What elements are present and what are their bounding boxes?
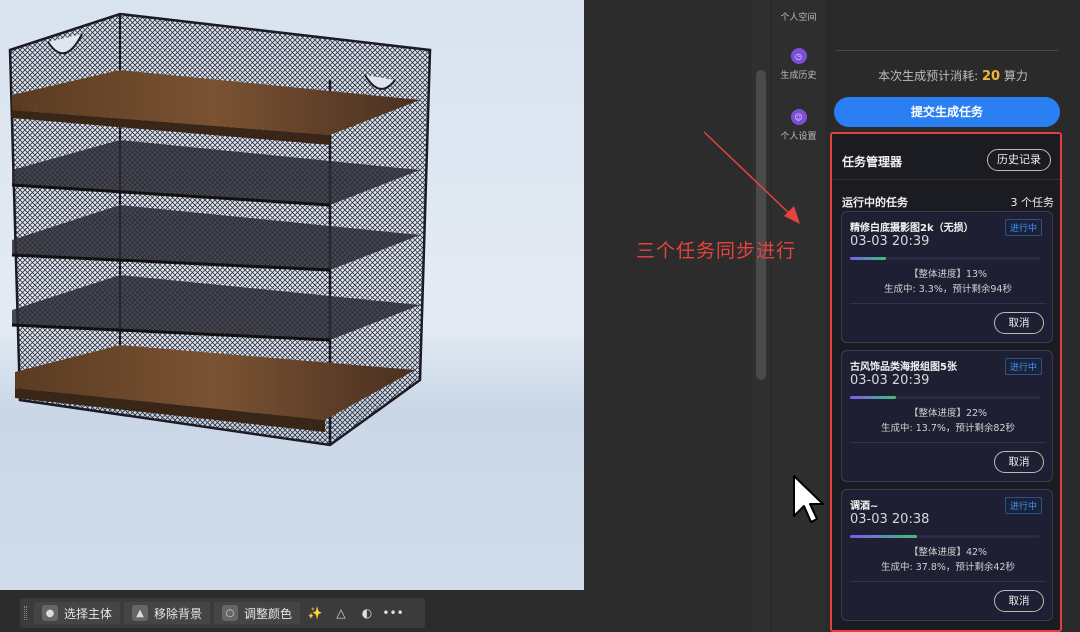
rail-item-personal-space[interactable]: 个人空间 xyxy=(771,10,826,23)
color-icon: ○ xyxy=(222,605,239,621)
task-name: 古风饰品类海报组图5张 xyxy=(850,362,957,373)
contrast-icon[interactable]: ◐ xyxy=(356,602,378,624)
rail-item-history[interactable]: ◷ 生成历史 xyxy=(771,48,826,81)
product-photo xyxy=(0,0,584,590)
cancel-button[interactable]: 取消 xyxy=(994,590,1044,612)
select-subject-label: 选择主体 xyxy=(64,606,113,621)
progress-fill xyxy=(850,257,887,260)
task-manager: 任务管理器 历史记录 运行中的任务 3 个任务 精修白底摄影图2k（无损） 进行… xyxy=(830,132,1062,632)
generation-panel: 本次生成预计消耗: 20 算力 提交生成任务 任务管理器 历史记录 运行中的任务… xyxy=(826,0,1080,632)
task-name: 调酒~ xyxy=(850,501,879,512)
vertical-scrollbar[interactable] xyxy=(752,0,770,632)
remove-background-label: 移除背景 xyxy=(154,606,203,621)
status-badge: 进行中 xyxy=(1004,497,1042,514)
progress-detail: 生成中: 3.3%，预计剩余94秒 xyxy=(884,284,1012,295)
magic-wand-icon[interactable]: ✨ xyxy=(304,602,326,624)
adjust-color-label: 调整颜色 xyxy=(244,606,293,621)
task-time: 03-03 20:38 xyxy=(850,512,930,527)
person-icon: ● xyxy=(42,605,58,621)
overall-progress: 【整体进度】13% xyxy=(908,269,988,280)
toolbar-drag-handle[interactable] xyxy=(24,606,27,620)
task-name: 精修白底摄影图2k（无损） xyxy=(850,223,974,234)
annotation-label: 三个任务同步进行 xyxy=(636,240,797,262)
running-tasks-count: 3 个任务 xyxy=(1010,196,1055,209)
select-subject-button[interactable]: ● 选择主体 xyxy=(34,602,121,624)
rail-item-label: 生成历史 xyxy=(780,71,817,81)
progress-bar xyxy=(850,535,1040,538)
progress-fill xyxy=(850,396,896,399)
mesh-shelf-illustration xyxy=(0,12,584,590)
history-icon: ◷ xyxy=(790,48,807,64)
cancel-button[interactable]: 取消 xyxy=(994,312,1044,334)
mouse-cursor-icon xyxy=(793,475,824,523)
running-tasks-label: 运行中的任务 xyxy=(842,196,908,209)
canvas-area[interactable]: ● 选择主体 ▲ 移除背景 ○ 调整颜色 ✨ △ ◐ ••• xyxy=(0,0,752,632)
cost-prefix: 本次生成预计消耗: xyxy=(878,69,979,83)
side-icon-rail: 个人空间 ◷ 生成历史 ☺ 个人设置 xyxy=(770,0,825,632)
task-card: 古风饰品类海报组图5张 进行中 03-03 20:39 【整体进度】22% 生成… xyxy=(841,350,1053,482)
progress-bar xyxy=(850,396,1040,399)
adjust-color-button[interactable]: ○ 调整颜色 xyxy=(214,602,301,624)
task-time: 03-03 20:39 xyxy=(850,234,930,249)
progress-detail: 生成中: 13.7%，预计剩余82秒 xyxy=(881,423,1015,434)
user-settings-icon: ☺ xyxy=(790,109,807,125)
progress-fill xyxy=(850,535,917,538)
divider xyxy=(850,303,1046,304)
cancel-button[interactable]: 取消 xyxy=(994,451,1044,473)
task-card: 精修白底摄影图2k（无损） 进行中 03-03 20:39 【整体进度】13% … xyxy=(841,211,1053,343)
rail-item-label: 个人空间 xyxy=(780,13,817,23)
task-manager-header: 任务管理器 历史记录 xyxy=(832,134,1060,180)
divider xyxy=(836,50,1058,51)
cost-unit: 算力 xyxy=(1003,69,1028,83)
cost-estimate: 本次生成预计消耗: 20 算力 xyxy=(826,67,1080,84)
history-button[interactable]: 历史记录 xyxy=(987,149,1051,171)
scrollbar-thumb[interactable] xyxy=(756,70,766,380)
task-manager-title: 任务管理器 xyxy=(842,155,903,169)
status-badge: 进行中 xyxy=(1004,358,1042,375)
status-badge: 进行中 xyxy=(1004,219,1042,236)
task-time: 03-03 20:39 xyxy=(850,373,930,388)
rail-item-label: 个人设置 xyxy=(780,132,817,142)
divider xyxy=(850,581,1046,582)
lasso-icon[interactable]: △ xyxy=(330,602,352,624)
progress-detail: 生成中: 37.8%，预计剩余42秒 xyxy=(881,562,1015,573)
rail-item-settings[interactable]: ☺ 个人设置 xyxy=(771,109,826,142)
overall-progress: 【整体进度】42% xyxy=(908,547,988,558)
more-options-button[interactable]: ••• xyxy=(382,602,404,624)
divider xyxy=(850,442,1046,443)
task-card: 调酒~ 进行中 03-03 20:38 【整体进度】42% 生成中: 37.8%… xyxy=(841,489,1053,621)
remove-background-button[interactable]: ▲ 移除背景 xyxy=(124,602,211,624)
progress-bar xyxy=(850,257,1040,260)
image-toolbar: ● 选择主体 ▲ 移除背景 ○ 调整颜色 ✨ △ ◐ ••• xyxy=(20,598,425,628)
cost-value: 20 xyxy=(981,69,1001,84)
image-icon: ▲ xyxy=(132,605,149,621)
submit-generation-button[interactable]: 提交生成任务 xyxy=(834,97,1060,127)
overall-progress: 【整体进度】22% xyxy=(908,408,988,419)
